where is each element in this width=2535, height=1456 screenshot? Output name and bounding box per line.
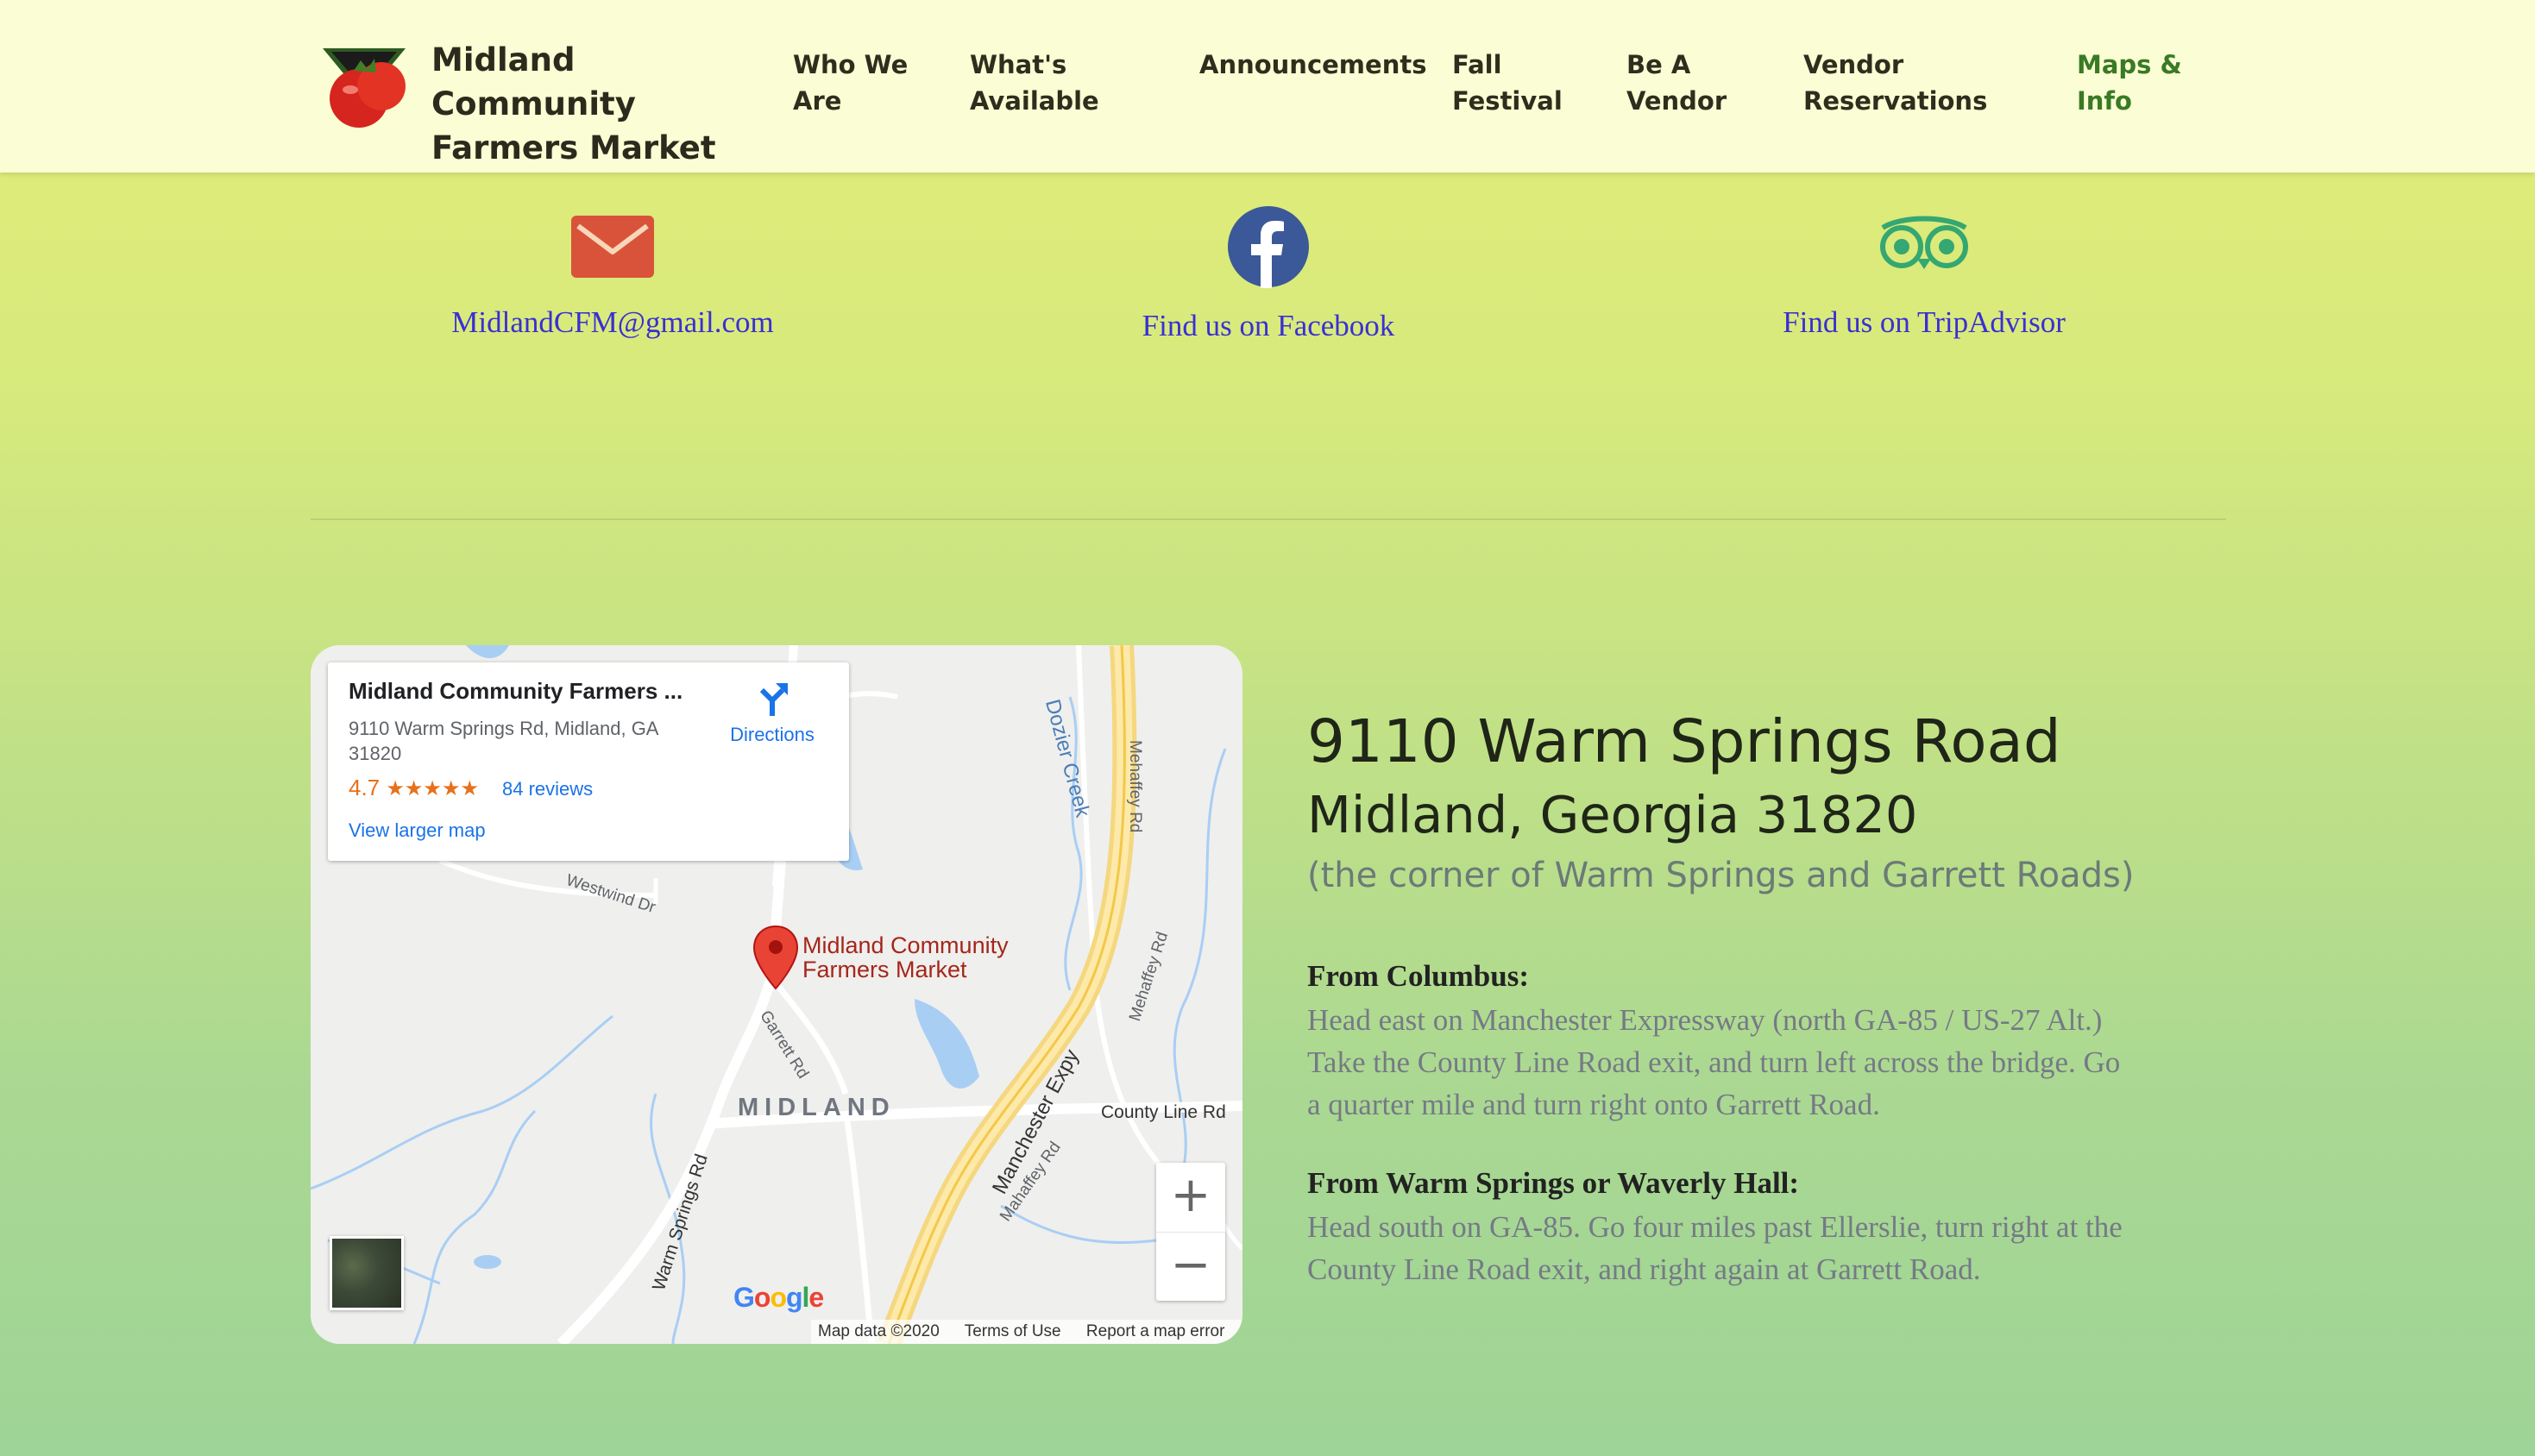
- road-label-county-line-rd: County Line Rd: [1101, 1102, 1226, 1122]
- envelope-icon[interactable]: [569, 214, 656, 279]
- directions-arrow-icon: [759, 683, 788, 716]
- tripadvisor-link[interactable]: Find us on TripAdvisor: [1622, 305, 2226, 340]
- town-label-midland: MIDLAND: [738, 1094, 896, 1121]
- site-title-line1: Midland Community: [431, 41, 636, 122]
- nav-be-a-vendor[interactable]: Be A Vendor: [1626, 47, 1727, 119]
- directions-line: County Line Road exit, and right again a…: [1307, 1252, 1981, 1286]
- directions-line: Take the County Line Road exit, and turn…: [1307, 1045, 2121, 1079]
- google-logo: Google: [733, 1282, 824, 1313]
- nav-who-we-are[interactable]: Who We Are: [793, 47, 908, 119]
- road-label-mehaffey-rd-north: Mehaffey Rd: [1126, 740, 1144, 833]
- terms-of-use-link[interactable]: Terms of Use: [965, 1322, 1061, 1340]
- directions-label: Directions: [730, 724, 815, 745]
- rating-value: 4.7: [349, 775, 381, 800]
- nav-maps-info[interactable]: Maps & Info: [2077, 47, 2182, 119]
- directions-line: Head east on Manchester Expressway (nort…: [1307, 1003, 2103, 1037]
- rating: 4.7 ★★★★★: [349, 775, 479, 801]
- place-name: Midland Community Farmers ...: [349, 678, 683, 704]
- address-city: Midland, Georgia 31820: [1307, 785, 1918, 844]
- rating-stars-icon: ★★★★★: [386, 777, 479, 800]
- facebook-link[interactable]: Find us on Facebook: [966, 309, 1570, 343]
- contact-email: MidlandCFM@gmail.com: [311, 214, 915, 340]
- map-footer: Map data ©2020 Terms of Use Report a map…: [811, 1320, 1242, 1344]
- zoom-out-button[interactable]: −: [1156, 1233, 1225, 1302]
- view-larger-map-link[interactable]: View larger map: [349, 819, 486, 842]
- location-pin-icon[interactable]: [752, 925, 799, 990]
- contact-facebook: Find us on Facebook: [966, 206, 1570, 343]
- reviews-link[interactable]: 84 reviews: [502, 778, 593, 800]
- email-link[interactable]: MidlandCFM@gmail.com: [311, 305, 915, 340]
- facebook-icon[interactable]: [1227, 205, 1310, 288]
- directions-line: a quarter mile and turn right onto Garre…: [1307, 1088, 1880, 1121]
- map-info-card: Midland Community Farmers ... 9110 Warm …: [328, 662, 849, 861]
- site-title[interactable]: Midland Community Farmers Market: [431, 38, 777, 170]
- tripadvisor-owl-icon[interactable]: [1876, 214, 1972, 274]
- map-data-text: Map data ©2020: [818, 1322, 940, 1340]
- google-map-embed[interactable]: Westwind Dr Dozier Creek Mehaffey Rd Meh…: [311, 645, 1242, 1344]
- directions-line: Head south on GA-85. Go four miles past …: [1307, 1210, 2123, 1244]
- nav-announcements[interactable]: Announcements: [1199, 47, 1426, 83]
- directions-button[interactable]: Directions: [716, 680, 828, 746]
- nav-whats-available[interactable]: What's Available: [970, 47, 1099, 119]
- zoom-in-button[interactable]: +: [1156, 1163, 1225, 1233]
- section-divider: [311, 518, 2226, 520]
- address-street: 9110 Warm Springs Road: [1307, 707, 2061, 776]
- report-map-error-link[interactable]: Report a map error: [1086, 1322, 1225, 1340]
- directions-heading-columbus: From Columbus:: [1307, 959, 1530, 993]
- site-header: Midland Community Farmers Market Who We …: [0, 0, 2535, 173]
- site-title-line2: Farmers Market: [431, 129, 716, 166]
- nav-fall-festival[interactable]: Fall Festival: [1452, 47, 1563, 119]
- zoom-control: + −: [1156, 1163, 1225, 1301]
- directions-body-columbus: Head east on Manchester Expressway (nort…: [1307, 999, 2239, 1126]
- contact-tripadvisor: Find us on TripAdvisor: [1622, 214, 2226, 340]
- address-note: (the corner of Warm Springs and Garrett …: [1307, 856, 2135, 895]
- directions-body-warm-springs: Head south on GA-85. Go four miles past …: [1307, 1206, 2239, 1290]
- place-address: 9110 Warm Springs Rd, Midland, GA 31820: [349, 718, 658, 764]
- directions-heading-warm-springs: From Warm Springs or Waverly Hall:: [1307, 1166, 1800, 1200]
- tomato-logo-icon[interactable]: [319, 38, 416, 135]
- nav-vendor-reservations[interactable]: Vendor Reservations: [1803, 47, 1987, 119]
- pin-label[interactable]: Midland Community Farmers Market: [802, 933, 1009, 982]
- satellite-toggle[interactable]: [330, 1236, 404, 1310]
